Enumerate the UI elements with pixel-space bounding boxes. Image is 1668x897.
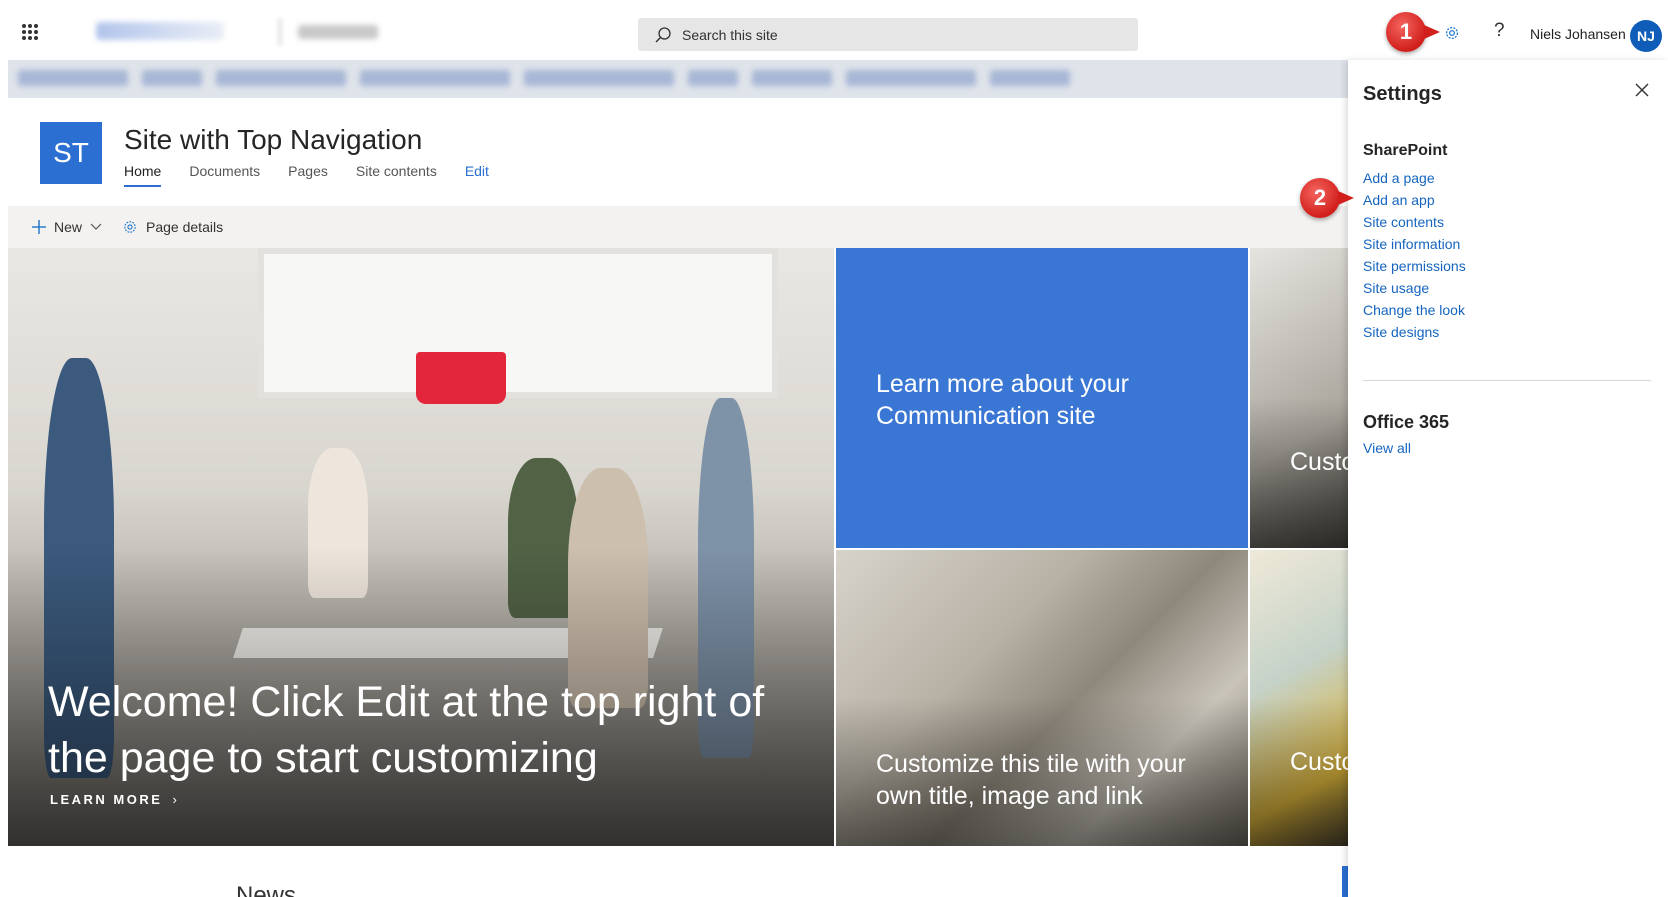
site-designs-link[interactable]: Site designs <box>1363 321 1466 343</box>
site-permissions-link[interactable]: Site permissions <box>1363 255 1466 277</box>
add-a-page-link[interactable]: Add a page <box>1363 167 1466 189</box>
site-navigation: Home Documents Pages Site contents Edit <box>124 163 517 187</box>
tile-title: Customize this tile with your own title,… <box>876 750 1186 810</box>
new-button[interactable]: New <box>32 219 102 235</box>
app-launcher-icon[interactable] <box>22 24 38 40</box>
news-heading: News <box>236 882 297 897</box>
step-callout-1: 1 <box>1386 12 1440 52</box>
avatar[interactable]: NJ <box>1630 20 1662 52</box>
settings-gear-icon[interactable] <box>1443 24 1461 42</box>
settings-panel: Settings SharePoint Add a page Add an ap… <box>1348 60 1668 897</box>
nav-home[interactable]: Home <box>124 163 162 187</box>
page-details-button[interactable]: Page details <box>122 219 223 235</box>
gear-icon <box>124 221 136 233</box>
site-contents-link[interactable]: Site contents <box>1363 211 1466 233</box>
nav-site-contents[interactable]: Site contents <box>356 163 437 187</box>
help-icon[interactable]: ? <box>1494 20 1505 42</box>
search-box[interactable]: Search this site <box>638 18 1138 51</box>
nav-pages[interactable]: Pages <box>288 163 328 187</box>
hero-main-tile[interactable]: Welcome! Click Edit at the top right of … <box>8 248 834 846</box>
sharepoint-heading: SharePoint <box>1363 142 1448 159</box>
page-details-label: Page details <box>146 219 224 235</box>
blurred-hub-navigation <box>8 60 1348 98</box>
new-button-label: New <box>54 219 83 235</box>
site-usage-link[interactable]: Site usage <box>1363 277 1466 299</box>
chevron-down-icon <box>90 223 102 230</box>
view-all-link[interactable]: View all <box>1363 440 1411 456</box>
blurred-app-name <box>298 25 378 39</box>
office365-heading: Office 365 <box>1363 412 1450 432</box>
add-an-app-link[interactable]: Add an app <box>1363 189 1466 211</box>
close-icon[interactable] <box>1632 80 1652 100</box>
learn-more-label: LEARN MORE <box>50 792 163 807</box>
hero-title: Welcome! Click Edit at the top right of … <box>48 678 765 782</box>
hero-tile-communication-site[interactable]: Learn more about your Communication site <box>836 248 1248 548</box>
settings-panel-title: Settings <box>1363 83 1442 105</box>
panel-divider <box>1363 380 1651 381</box>
step-callout-2: 2 <box>1300 178 1354 218</box>
search-placeholder: Search this site <box>682 26 778 43</box>
tile-title: Learn more about your Communication site <box>876 370 1129 430</box>
site-information-link[interactable]: Site information <box>1363 233 1466 255</box>
user-name: Niels Johansen <box>1530 26 1626 42</box>
command-bar: New Page details <box>8 206 1348 248</box>
nav-documents[interactable]: Documents <box>189 163 260 187</box>
site-logo[interactable]: ST <box>40 122 102 184</box>
search-icon <box>655 26 671 42</box>
hero-tile-customize[interactable]: Customize this tile with your own title,… <box>836 550 1248 846</box>
learn-more-link[interactable]: LEARN MORE › <box>50 792 179 807</box>
sharepoint-links: Add a page Add an app Site contents Site… <box>1363 167 1466 343</box>
nav-edit-link[interactable]: Edit <box>465 163 489 187</box>
site-title: Site with Top Navigation <box>124 124 423 155</box>
blurred-brand-logo <box>96 22 224 40</box>
plus-icon <box>32 220 46 234</box>
chevron-right-icon: › <box>172 792 180 807</box>
suite-divider <box>278 18 282 46</box>
suite-bar: Search this site 1 ? Niels Johansen NJ <box>0 0 1668 60</box>
change-the-look-link[interactable]: Change the look <box>1363 299 1466 321</box>
